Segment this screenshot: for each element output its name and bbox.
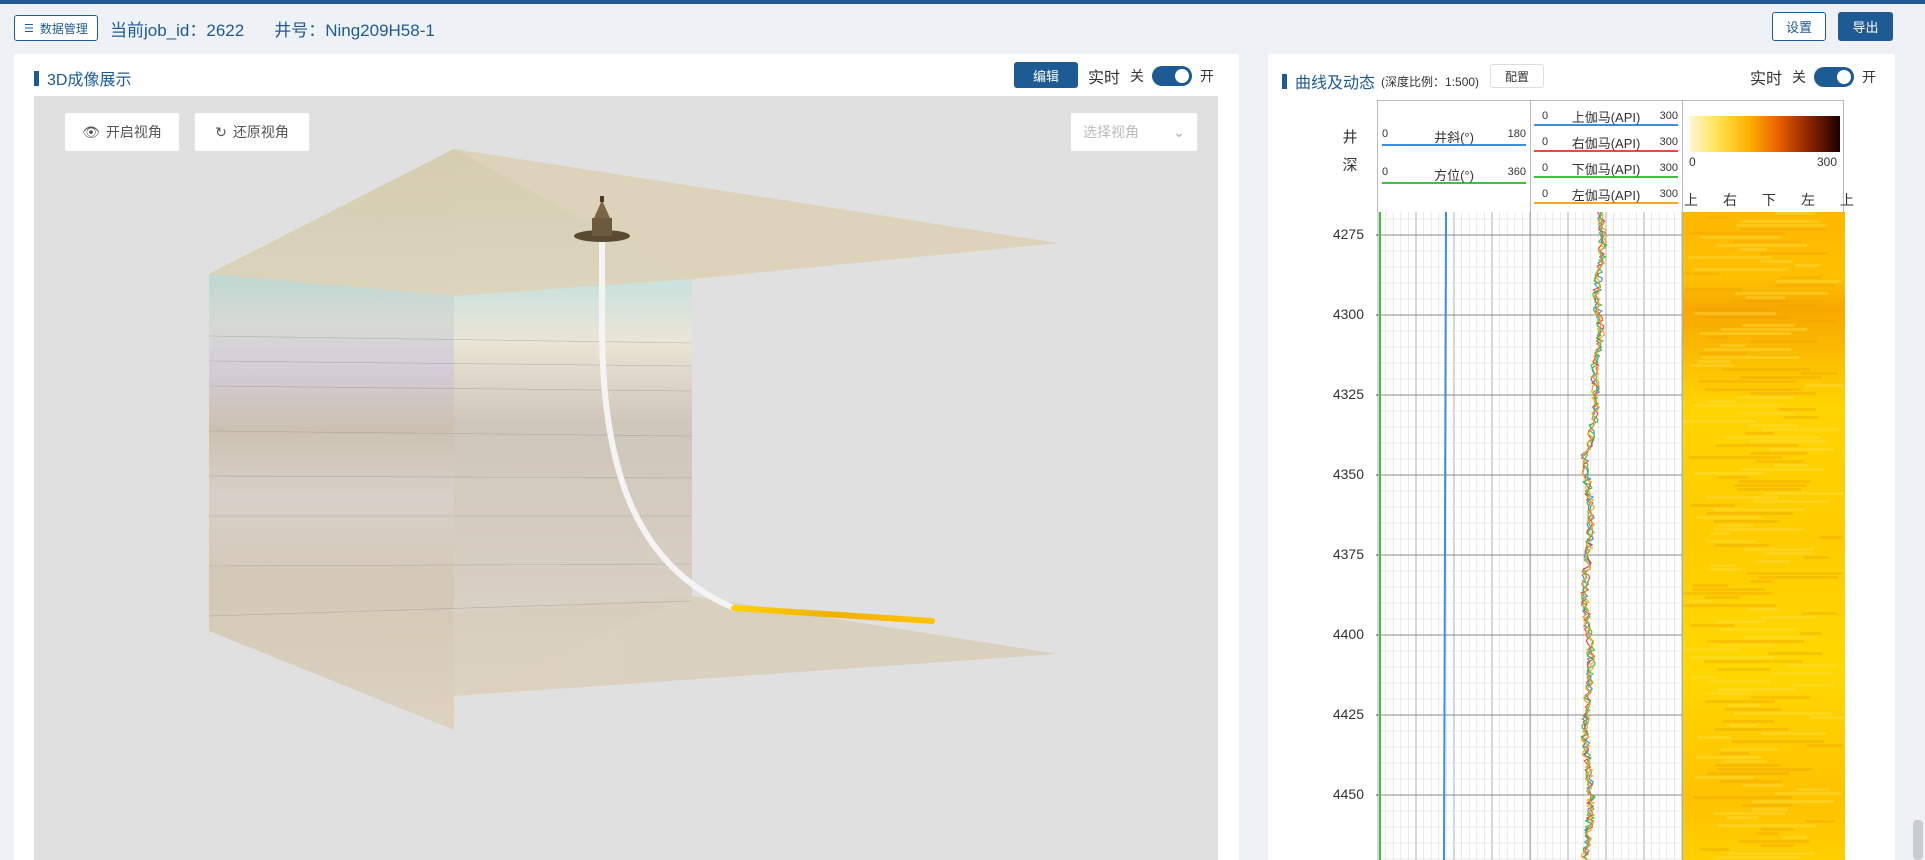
reset-view-button[interactable]: ↻ 还原视角 (194, 112, 310, 152)
open-view-button[interactable]: 👁 开启视角 (64, 112, 180, 152)
track-grid-1 (1377, 212, 1531, 860)
depth-scale-text: (深度比例：1:500) (1381, 74, 1480, 89)
curve-name: 左伽马(API) (1571, 188, 1641, 203)
config-button[interactable]: 配置 (1490, 64, 1544, 88)
colorbar-max: 300 (1817, 155, 1838, 169)
data-management-button[interactable]: ☰ 数据管理 (14, 15, 98, 41)
curve-title-text: 曲线及动态 (1295, 75, 1376, 92)
well-name-text: 井号：Ning209H58-1 (274, 20, 435, 40)
job-id-text: 当前job_id：2622 (110, 20, 245, 40)
realtime-toggle-curve: 实时 关 开 (1750, 65, 1876, 89)
track-grid-2 (1529, 212, 1683, 860)
on-label: 开 (1200, 68, 1215, 84)
switch-knob (1175, 69, 1190, 83)
realtime-toggle-3d: 实时 关 开 (1088, 64, 1214, 88)
depth-header: 井 深 (1340, 124, 1360, 180)
panel-3d-title-text: 3D成像展示 (47, 72, 132, 89)
curve-plot[interactable] (1376, 212, 1846, 860)
refresh-icon: ↻ (215, 123, 227, 140)
on-label: 开 (1862, 69, 1877, 85)
curve-name: 右伽马(API) (1571, 136, 1641, 151)
settings-button[interactable]: 设置 (1772, 12, 1826, 41)
depth-tick-4325: 4325 (1332, 386, 1364, 402)
3d-viewport[interactable]: 👁 开启视角 ↻ 还原视角 选择视角 ⌄ (34, 96, 1218, 860)
select-view-dropdown[interactable]: 选择视角 ⌄ (1070, 112, 1198, 152)
sliders-icon: ☰ (24, 22, 34, 35)
orientation-label-4: 上 (1840, 192, 1854, 208)
off-label: 关 (1792, 69, 1807, 85)
orientation-label-1: 右 (1723, 192, 1737, 208)
curve-max: 300 (1659, 110, 1678, 122)
depth-tick-4300: 4300 (1332, 306, 1364, 322)
depth-tick-4275: 4275 (1332, 226, 1364, 242)
curve-title: 曲线及动态 (深度比例：1:500) (1282, 69, 1479, 93)
depth-header-top: 井 (1342, 129, 1358, 146)
curve-max: 180 (1507, 128, 1526, 140)
depth-tick-4425: 4425 (1332, 706, 1364, 722)
track1-curve-0: 0 井斜(°) 180 (1382, 126, 1526, 146)
track2-curve-0: 0 上伽马(API) 300 (1534, 106, 1678, 126)
title-marker (34, 70, 39, 86)
chevron-down-icon: ⌄ (1173, 123, 1185, 140)
track2-curve-1: 0 右伽马(API) 300 (1534, 132, 1678, 152)
image-colorbar (1689, 116, 1840, 152)
select-view-placeholder: 选择视角 (1083, 124, 1139, 140)
open-view-label: 开启视角 (105, 124, 162, 140)
realtime-switch[interactable] (1152, 66, 1193, 86)
title-marker (1282, 73, 1287, 89)
track2-curve-2: 0 下伽马(API) 300 (1534, 158, 1678, 178)
track2-curve-3: 0 左伽马(API) 300 (1534, 184, 1678, 204)
data-management-label: 数据管理 (39, 21, 88, 36)
curve-name: 方位(°) (1434, 168, 1474, 183)
eye-icon: 👁 (82, 123, 100, 140)
depth-tick-4450: 4450 (1332, 786, 1364, 802)
curve-name: 井斜(°) (1434, 130, 1474, 145)
colorbar-min: 0 (1689, 155, 1696, 169)
curve-name: 上伽马(API) (1571, 110, 1641, 125)
curve-max: 360 (1507, 166, 1526, 178)
curve-max: 300 (1659, 162, 1678, 174)
realtime-switch[interactable] (1814, 67, 1855, 87)
export-button[interactable]: 导出 (1838, 12, 1893, 41)
switch-knob (1837, 70, 1852, 84)
depth-tick-4350: 4350 (1332, 466, 1364, 482)
curve-max: 300 (1659, 188, 1678, 200)
depth-header-bottom: 深 (1342, 157, 1358, 174)
realtime-label: 实时 (1750, 71, 1783, 88)
orientation-label-2: 下 (1762, 192, 1776, 208)
top-header: ☰ 数据管理 当前job_id：2622 井号：Ning209H58-1 (0, 4, 1925, 52)
page-scrollbar[interactable] (1913, 820, 1923, 860)
depth-tick-4375: 4375 (1332, 546, 1364, 562)
panel-curve: 曲线及动态 (深度比例：1:500) 配置 实时 关 开 井 深 0 井斜(°)… (1268, 54, 1895, 860)
3d-scene[interactable] (34, 96, 1218, 860)
track1-curve-1: 0 方位(°) 360 (1382, 164, 1526, 184)
panel-3d-title: 3D成像展示 (34, 66, 131, 90)
realtime-label: 实时 (1088, 70, 1121, 87)
off-label: 关 (1130, 68, 1145, 84)
edit-button[interactable]: 编辑 (1014, 62, 1078, 88)
reset-view-label: 还原视角 (232, 124, 289, 140)
panel-3d: 3D成像展示 编辑 实时 关 开 👁 开启视角 ↻ 还原视角 选择视角 ⌄ (14, 54, 1239, 860)
curve-max: 300 (1659, 136, 1678, 148)
orientation-label-3: 左 (1801, 192, 1815, 208)
orientation-label-0: 上 (1684, 192, 1698, 208)
curve-name: 下伽马(API) (1571, 162, 1641, 177)
depth-tick-4400: 4400 (1332, 626, 1364, 642)
